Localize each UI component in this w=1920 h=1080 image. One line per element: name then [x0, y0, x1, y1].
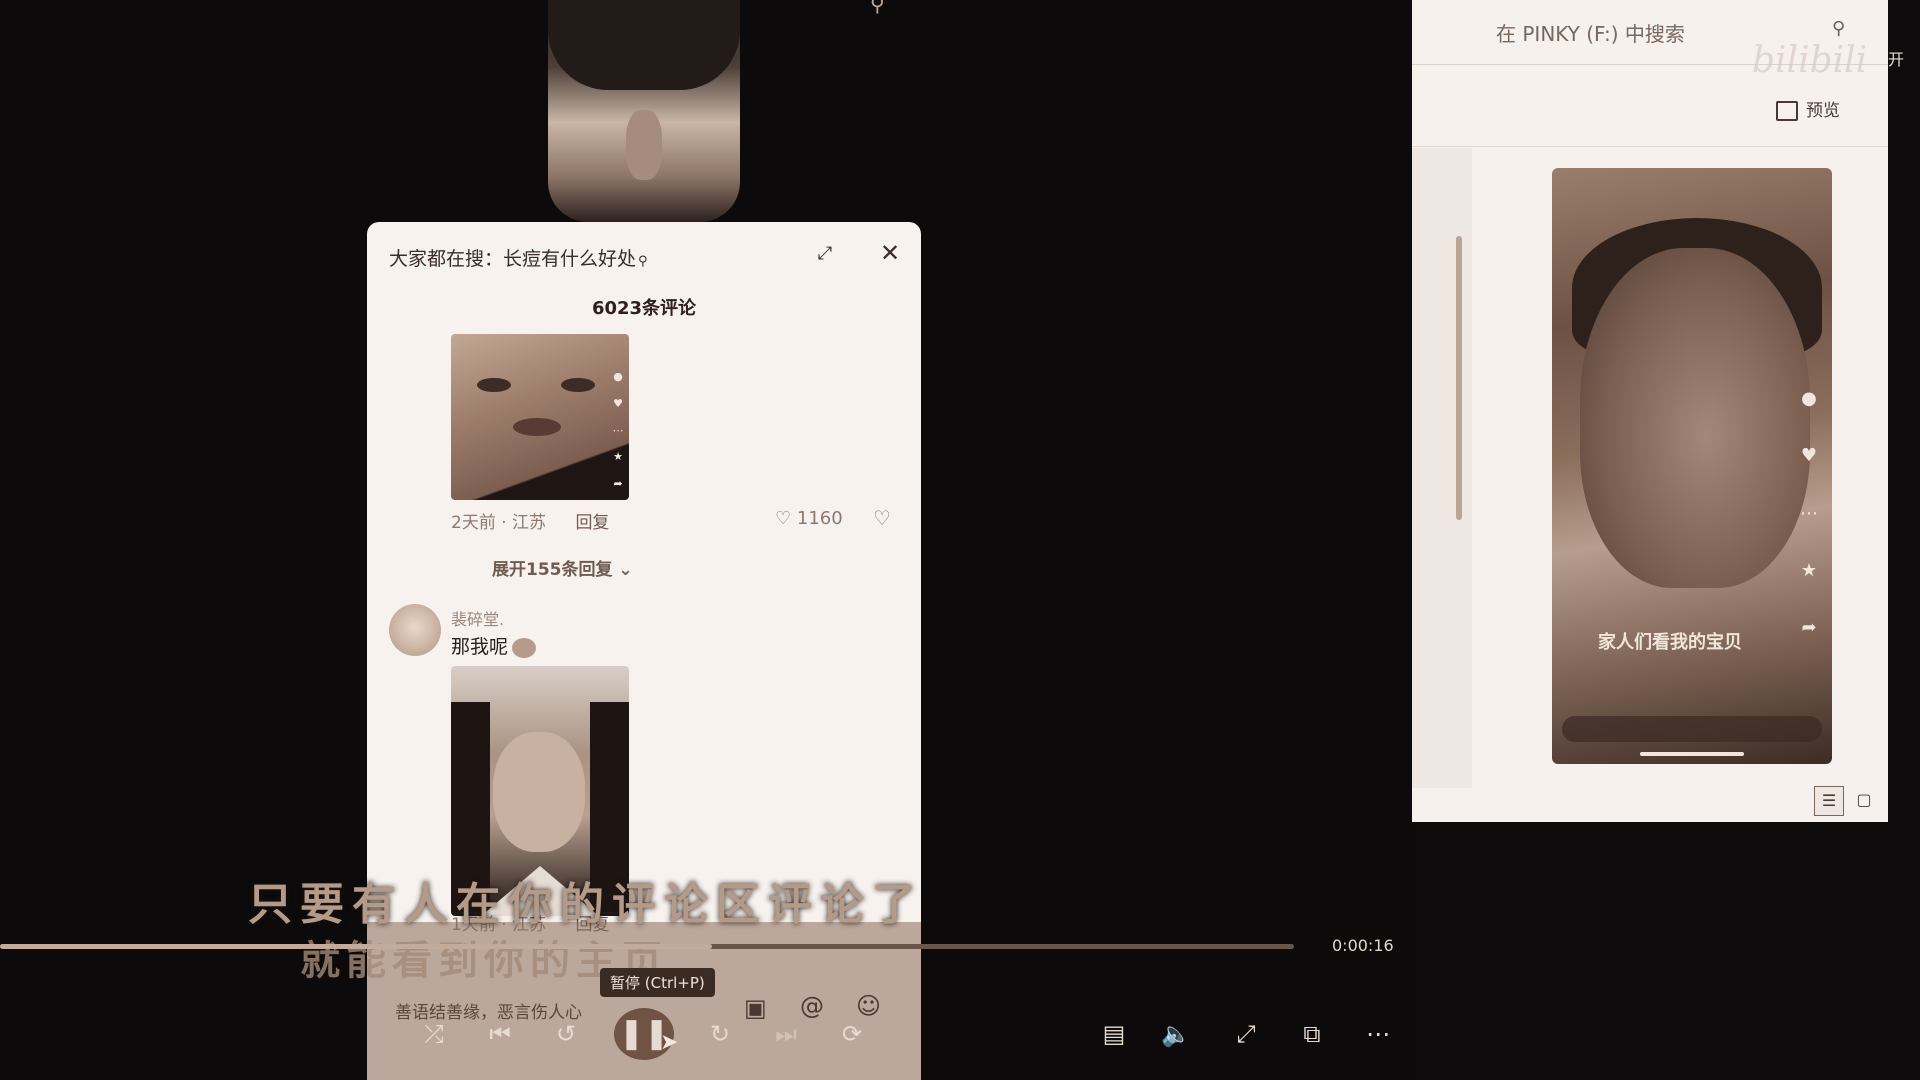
expand-replies-button[interactable]: 展开155条回复 ⌄: [492, 555, 633, 580]
thumb-eye-right: [561, 378, 595, 392]
reply-button[interactable]: 回复: [575, 513, 609, 533]
window-edge: 开: [1888, 0, 1920, 822]
repeat-off-icon[interactable]: ⟳: [834, 1016, 870, 1052]
comment-image-thumbnail[interactable]: ● ♥ ⋯ ★ ➦: [451, 334, 629, 500]
preview-face: [1580, 248, 1810, 588]
scrollbar[interactable]: [1456, 236, 1462, 520]
preview-label: 预览: [1806, 101, 1840, 121]
avatar-icon: ●: [1801, 388, 1817, 409]
comment-text: 那我呢: [451, 632, 537, 659]
volume-icon[interactable]: 🔈: [1158, 1016, 1194, 1052]
video-frame-portrait: [548, 0, 740, 222]
star-icon: ★: [1800, 559, 1818, 581]
comment-icon: ⋯: [1800, 502, 1818, 524]
comment-text-content: 那我呢: [451, 636, 509, 658]
thumb-face: [493, 732, 585, 852]
panel-title-text: 大家都在搜：长痘有什么好处: [389, 248, 637, 270]
forward-30-icon[interactable]: ↻: [702, 1016, 738, 1052]
avatar[interactable]: [389, 604, 441, 656]
video-subtitle: 只要有人在你的评论区评论了: [248, 879, 924, 930]
phone-caption: 家人们看我的宝贝: [1598, 632, 1742, 653]
phone-home-indicator: [1640, 752, 1744, 756]
comment-count: 6023条评论: [591, 298, 697, 319]
rewind-10-icon[interactable]: ↺: [548, 1016, 584, 1052]
panel-title[interactable]: 大家都在搜：长痘有什么好处 ⚲: [389, 244, 648, 271]
phone-status-bar: [1552, 168, 1832, 204]
chevron-down-icon: ⌄: [618, 560, 633, 580]
image-icon[interactable]: ▣: [744, 994, 767, 1022]
time-label: 0:00:16: [1332, 936, 1394, 955]
preview-button[interactable]: 预览: [1776, 96, 1840, 121]
thumb-side-icons: ● ♥ ⋯ ★ ➦: [611, 370, 625, 490]
picture-in-picture-icon[interactable]: ⧉: [1294, 1016, 1330, 1052]
desktop-background: [1412, 822, 1920, 1080]
dislike-icon[interactable]: ♡: [873, 506, 891, 530]
star-icon: ★: [613, 450, 623, 464]
file-explorer-preview: 在 PINKY (F:) 中搜索 ⚲ bilibili 预览 ● ♥ ⋯ ★ ➦…: [1412, 0, 1888, 822]
portrait-hair: [548, 0, 740, 90]
navigation-pane: [1412, 148, 1472, 788]
open-label: 开: [1888, 50, 1905, 69]
progress-fill: [0, 944, 712, 949]
pause-tooltip: 暂停 (Ctrl+P): [600, 968, 715, 997]
like-button[interactable]: ♡ 1160: [775, 508, 843, 529]
comment-username[interactable]: 裴碎堂.: [451, 606, 504, 630]
phone-comment-bar: [1562, 716, 1822, 742]
next-icon[interactable]: ⏭: [768, 1016, 804, 1052]
avatar-icon: ●: [613, 370, 623, 383]
phone-video-preview: ● ♥ ⋯ ★ ➦ 家人们看我的宝贝: [1552, 168, 1832, 764]
fullscreen-icon[interactable]: ⤢: [1228, 1016, 1264, 1052]
thumb-lips: [513, 418, 561, 436]
search-box[interactable]: 在 PINKY (F:) 中搜索: [1496, 18, 1685, 47]
tiles-view-icon[interactable]: ▢: [1854, 790, 1874, 810]
previous-icon[interactable]: ⏮: [482, 1016, 518, 1052]
close-icon[interactable]: ✕: [877, 240, 903, 266]
bilibili-watermark: bilibili: [1752, 40, 1868, 81]
details-view-icon[interactable]: ☰: [1814, 786, 1844, 816]
portrait-nose: [626, 110, 662, 180]
explorer-header: 在 PINKY (F:) 中搜索 ⚲ bilibili: [1412, 0, 1888, 81]
share-icon: ➦: [1801, 617, 1817, 638]
caption-icon[interactable]: ▤: [1096, 1016, 1132, 1052]
search-icon[interactable]: ⚲: [1832, 18, 1845, 39]
more-icon[interactable]: ⋯: [1360, 1016, 1396, 1052]
thumb-eye-left: [477, 378, 511, 392]
share-icon: ➦: [613, 477, 623, 490]
shuffle-icon[interactable]: ⤮: [416, 1016, 452, 1052]
preview-pane-icon: [1776, 101, 1798, 121]
expand-replies-label: 展开155条回复: [492, 560, 613, 580]
expand-icon[interactable]: ⤢: [813, 242, 837, 266]
comment-meta: 2天前 · 江苏 回复: [451, 508, 609, 533]
mouse-cursor-icon: ➤: [660, 1030, 679, 1055]
comment-time-location: 2天前 · 江苏: [451, 513, 547, 533]
phone-side-actions: ● ♥ ⋯ ★ ➦: [1794, 388, 1824, 638]
comment-panel-header: 大家都在搜：长痘有什么好处 ⚲ ⤢ ✕: [367, 222, 921, 282]
divider: [1412, 146, 1888, 147]
comment-icon: ⋯: [612, 423, 624, 437]
like-count: 1160: [796, 508, 843, 529]
heart-icon: ♥: [1800, 445, 1818, 467]
search-icon: ⚲: [870, 0, 885, 16]
search-icon: ⚲: [638, 254, 648, 269]
emoji-icon: [512, 637, 537, 658]
heart-icon: ♥: [613, 396, 623, 410]
heart-icon: ♡: [775, 508, 792, 529]
